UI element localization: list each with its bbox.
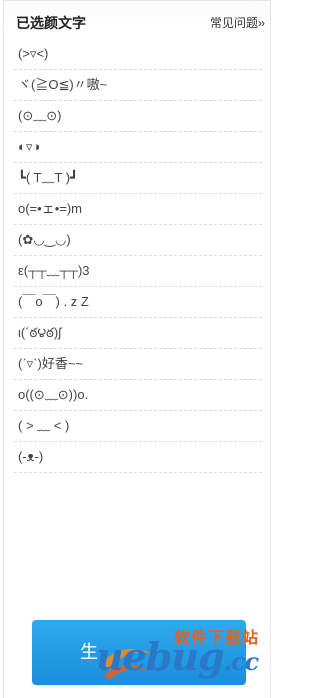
emoticon-item[interactable]: (⊙﹏⊙) [14,101,262,132]
emoticon-item[interactable]: (-ᴥ-) [14,442,262,473]
emoticon-item[interactable]: o((⊙﹏⊙))o. [14,380,262,411]
panel-header: 已选颜文字 常见问题›› [4,0,270,39]
emoticon-item[interactable]: (✿◡‿◡) [14,225,262,256]
faq-link[interactable]: 常见问题›› [209,14,265,31]
panel-title: 已选颜文字 [16,15,86,31]
faq-label: 常见问题 [209,16,258,30]
emoticon-item[interactable]: ε(┬┬﹏┬┬)3 [14,256,262,287]
emoticon-item[interactable]: ι(´ఠ౪ఠ)ʃ [14,318,262,349]
emoticon-item[interactable]: ( > ﹏ < ) [14,411,262,442]
emoticon-item[interactable]: ◐▿◑ [14,132,262,163]
generate-button[interactable]: 生 [32,620,246,685]
double-chevron-right-icon: ›› [258,16,265,30]
emoticon-item[interactable]: (￣o￣) . z Z [14,287,262,318]
generate-button-label: 生 [80,642,98,662]
emoticon-item[interactable]: ┗( T﹏T )┛ [14,163,262,194]
emoticon-list: (>▿<) ヾ(≧O≦)〃嗷~ (⊙﹏⊙) ◐▿◑ ┗( T﹏T )┛ o(=•… [4,39,270,473]
emoticon-item[interactable]: o(=•ェ•=)m [14,194,262,225]
selected-emoticons-panel: 已选颜文字 常见问题›› (>▿<) ヾ(≧O≦)〃嗷~ (⊙﹏⊙) ◐▿◑ ┗… [3,0,271,698]
emoticon-item[interactable]: (ˊ▿ˋ)好香~~ [14,349,262,380]
emoticon-item[interactable]: (>▿<) [14,39,262,70]
emoticon-item[interactable]: ヾ(≧O≦)〃嗷~ [14,70,262,101]
